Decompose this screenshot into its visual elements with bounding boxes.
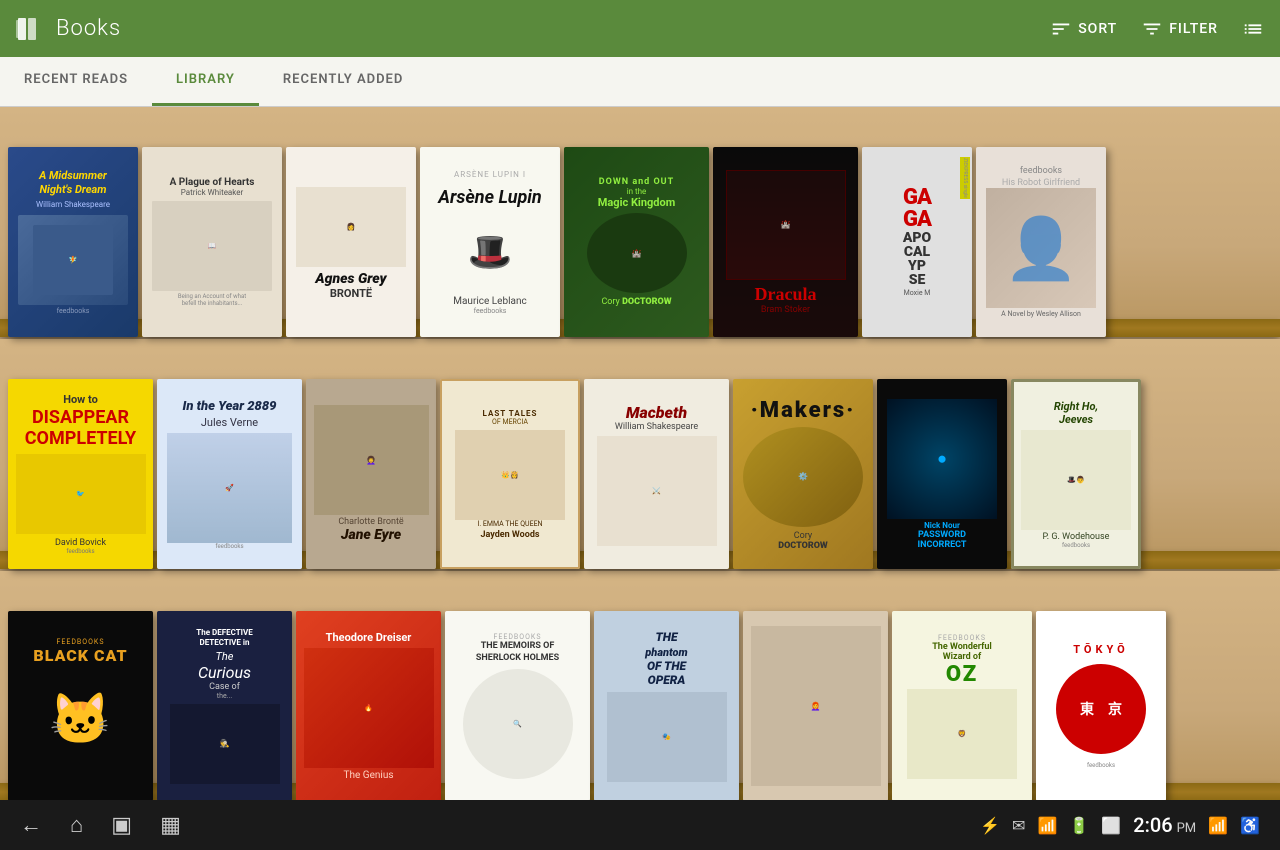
book-year2889[interactable]: In the Year 2889 Jules Verne 🚀 feedbooks: [157, 379, 302, 569]
book-right-ho[interactable]: Right Ho,Jeeves 🎩👨 P. G. Wodehouse feedb…: [1011, 379, 1141, 569]
battery2-icon: ⬜: [1101, 816, 1121, 835]
shelf-2: How toDISAPPEARCOMPLETELY 🐦 David Bovick…: [0, 339, 1280, 569]
book-jane-eyre[interactable]: 👩‍🦱 Charlotte Brontë Jane Eyre: [306, 379, 436, 569]
recents-button[interactable]: ▣: [111, 813, 132, 838]
sort-label: SORT: [1078, 21, 1117, 37]
book-black-cat[interactable]: FEEDBOOKS BLACK CAT 🐱: [8, 611, 153, 800]
book-makers[interactable]: ·Makers· ⚙️ CoryDOCTOROW: [733, 379, 873, 569]
screenshot-button[interactable]: ▦: [160, 813, 181, 838]
books-icon: [16, 14, 46, 44]
book-password[interactable]: ⬤ Nick Nour PASSWORDINCORRECT: [877, 379, 1007, 569]
book-last-tales[interactable]: LAST TALES OF MERCIA 👑👸 I. EMMA THE QUEE…: [440, 379, 580, 569]
filter-button[interactable]: FILTER: [1141, 18, 1218, 40]
tab-recently-added[interactable]: RECENTLY ADDED: [259, 56, 427, 106]
tabbar: RECENT READS LIBRARY RECENTLY ADDED: [0, 57, 1280, 107]
shelf-3: FEEDBOOKS BLACK CAT 🐱 The DEFECTIVEDETEC…: [0, 571, 1280, 800]
app-logo: Books: [16, 14, 121, 44]
filter-label: FILTER: [1169, 21, 1218, 37]
back-button[interactable]: ←: [20, 812, 42, 838]
book-midsummer[interactable]: A MidsummerNight's Dream William Shakesp…: [8, 147, 138, 337]
statusbar: ← ⌂ ▣ ▦ ⌃ ⚡ ✉ 📶 🔋 ⬜ 2:06 PM 📶 ♿: [0, 800, 1280, 850]
filter-icon: [1141, 18, 1163, 40]
accessibility-icon: ♿: [1240, 816, 1260, 835]
book-disappear[interactable]: How toDISAPPEARCOMPLETELY 🐦 David Bovick…: [8, 379, 153, 569]
book-plague[interactable]: A Plague of Hearts Patrick Whiteaker 📖 B…: [142, 147, 282, 337]
book-agnes[interactable]: 👩 Agnes Grey BRONTË: [286, 147, 416, 337]
nav-controls: ← ⌂ ▣ ▦: [20, 812, 181, 838]
time-display: 2:06 PM: [1133, 813, 1196, 837]
status-icons: ⚡ ✉ 📶 🔋 ⬜ 2:06 PM 📶 ♿: [980, 813, 1260, 837]
app-title: Books: [56, 16, 121, 41]
sort-button[interactable]: SORT: [1050, 18, 1117, 40]
book-down-out[interactable]: DOWN and OUT in the Magic Kingdom 🏰 Cory…: [564, 147, 709, 337]
book-dracula[interactable]: 🏰 Dracula Bram Stoker: [713, 147, 858, 337]
battery-icon: 🔋: [1069, 816, 1089, 835]
bookshelf: A MidsummerNight's Dream William Shakesp…: [0, 107, 1280, 800]
topbar-actions: SORT FILTER: [1050, 18, 1264, 40]
book-portrait[interactable]: 👩‍🦰: [743, 611, 888, 800]
book-macbeth[interactable]: Macbeth William Shakespeare ⚔️: [584, 379, 729, 569]
tab-recent-reads[interactable]: RECENT READS: [0, 56, 152, 106]
wifi-icon: 📶: [1208, 816, 1228, 835]
home-button[interactable]: ⌂: [70, 812, 83, 838]
topbar: Books SORT FILTER: [0, 0, 1280, 57]
book-phantom[interactable]: THEphantomOF THEOPERA 🎭: [594, 611, 739, 800]
list-view-button[interactable]: [1242, 18, 1264, 40]
sort-icon: [1050, 18, 1072, 40]
book-arsene[interactable]: ARSÈNE LUPIN I Arsène Lupin 🎩 Maurice Le…: [420, 147, 560, 337]
book-oz[interactable]: FEEDBOOKS The WonderfulWizard of OZ 🦁: [892, 611, 1032, 800]
list-icon: [1242, 18, 1264, 40]
book-dreiser[interactable]: Theodore Dreiser 🔥 The Genius: [296, 611, 441, 800]
book-defective[interactable]: The DEFECTIVEDETECTIVE in TheCurious Cas…: [157, 611, 292, 800]
tab-library[interactable]: LIBRARY: [152, 56, 259, 106]
sim-icon: 📶: [1037, 816, 1057, 835]
usb-icon: ⚡: [980, 816, 1000, 835]
book-gaga[interactable]: GAGA APOCALYPSE Moxie M ZIEKPRESS single: [862, 147, 972, 337]
book-sherlock[interactable]: FEEDBOOKS THE MEMOIRS OFSHERLOCK HOLMES …: [445, 611, 590, 800]
book-robot[interactable]: feedbooks His Robot Girlfriend 👤 A Novel…: [976, 147, 1106, 337]
shelf-1: A MidsummerNight's Dream William Shakesp…: [0, 107, 1280, 337]
mail-icon: ✉: [1012, 816, 1025, 835]
book-tokyo[interactable]: TŌKYŌ 東 京 feedbooks: [1036, 611, 1166, 800]
